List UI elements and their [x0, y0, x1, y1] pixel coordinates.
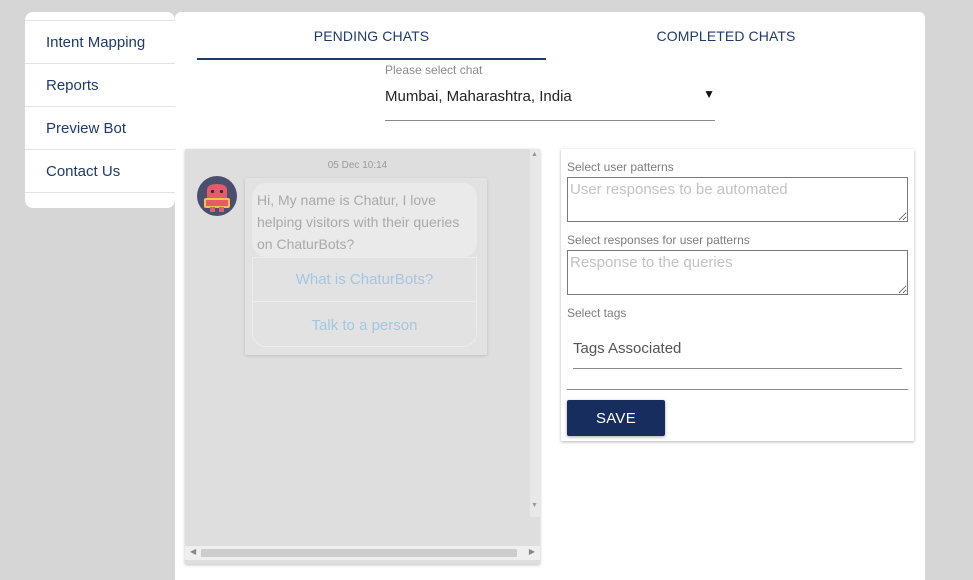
- sidebar-item-reports[interactable]: Reports: [25, 64, 175, 107]
- tags-input[interactable]: [573, 329, 902, 369]
- sidebar-item-contact-us[interactable]: Contact Us: [25, 150, 175, 193]
- chat-select-value: Mumbai, Maharashtra, India: [385, 88, 572, 105]
- responses-textarea[interactable]: [567, 250, 908, 295]
- sidebar-item-label: Contact Us: [46, 162, 121, 180]
- sidebar-item-preview-bot[interactable]: Preview Bot: [25, 107, 175, 150]
- chat-horizontal-scrollbar[interactable]: ◀ ▶: [185, 546, 540, 560]
- scrollbar-thumb[interactable]: [201, 549, 517, 557]
- bot-message-card: Hi, My name is Chatur, I love helping vi…: [245, 178, 487, 355]
- chat-timestamp: 05 Dec 10:14: [327, 160, 388, 171]
- chat-vertical-scrollbar[interactable]: ▲ ▼: [530, 149, 540, 517]
- sidebar-item-label: Intent Mapping: [46, 33, 146, 51]
- quick-reply-what-is-chaturbots[interactable]: What is ChaturBots?: [253, 258, 476, 302]
- quick-reply-talk-to-person[interactable]: Talk to a person: [253, 303, 476, 347]
- tags-divider: [567, 389, 908, 390]
- caret-down-icon: ▼: [703, 87, 715, 101]
- quick-reply-options: What is ChaturBots? Talk to a person: [252, 257, 477, 347]
- robot-avatar-icon: [197, 176, 237, 216]
- save-button[interactable]: SAVE: [567, 400, 665, 436]
- sidebar-item-label: Reports: [46, 76, 99, 94]
- scroll-right-arrow-icon[interactable]: ▶: [529, 547, 535, 556]
- tags-label: Select tags: [567, 306, 627, 320]
- scroll-up-arrow-icon[interactable]: ▲: [531, 151, 538, 158]
- chat-select-dropdown[interactable]: Mumbai, Maharashtra, India ▼: [385, 86, 715, 121]
- sidebar-item-label: Preview Bot: [46, 119, 127, 137]
- scroll-down-arrow-icon[interactable]: ▼: [531, 502, 538, 509]
- sidebar-item-intent-mapping[interactable]: Intent Mapping: [25, 21, 175, 64]
- responses-label: Select responses for user patterns: [567, 233, 750, 247]
- main-panel: PENDING CHATS COMPLETED CHATS Please sel…: [175, 12, 925, 580]
- user-patterns-textarea[interactable]: [567, 177, 908, 222]
- scroll-left-arrow-icon[interactable]: ◀: [190, 547, 196, 556]
- user-patterns-label: Select user patterns: [567, 160, 674, 174]
- sidebar: Intent Mapping Reports Preview Bot Conta…: [25, 12, 175, 208]
- chat-select-label: Please select chat: [385, 63, 483, 77]
- tab-pending-chats[interactable]: PENDING CHATS: [197, 12, 546, 60]
- tab-completed-chats[interactable]: COMPLETED CHATS: [549, 12, 903, 60]
- active-tab-indicator: [197, 58, 546, 60]
- chat-preview-window: 05 Dec 10:14 Hi, My name is Chatur, I lo…: [185, 149, 540, 564]
- bot-message-text: Hi, My name is Chatur, I love helping vi…: [252, 183, 477, 257]
- pattern-form-card: Select user patterns Select responses fo…: [561, 149, 914, 441]
